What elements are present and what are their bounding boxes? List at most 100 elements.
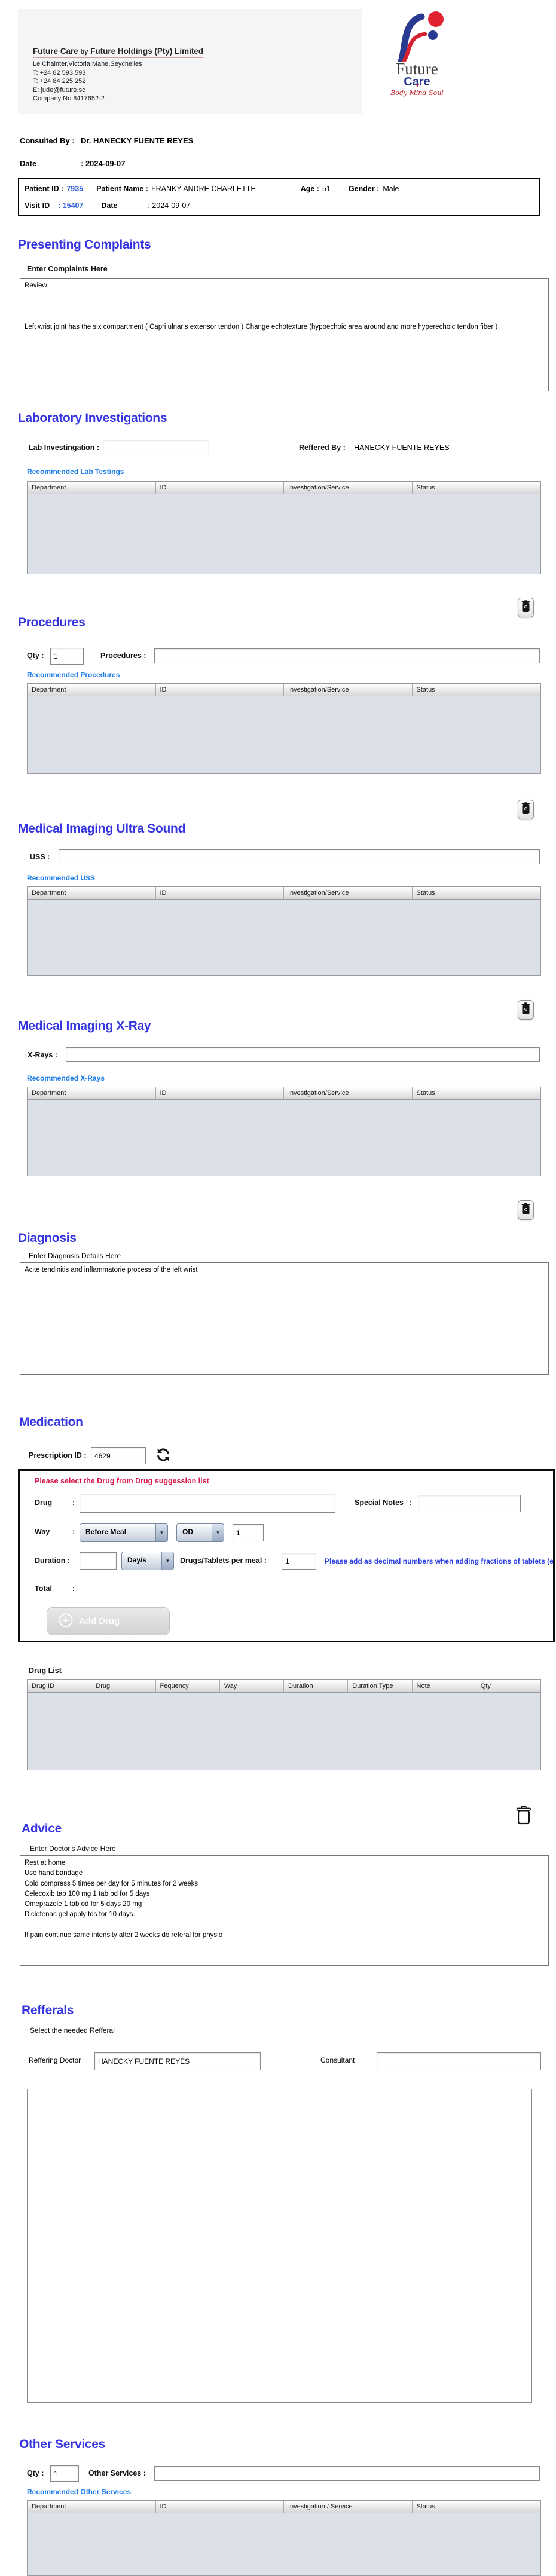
column-header: ID xyxy=(156,2501,285,2513)
refferal-list-box[interactable] xyxy=(27,2089,532,2403)
lab-clear-button[interactable] xyxy=(518,598,534,617)
logo-text: Future Care♥ Body Mind Soul xyxy=(362,62,472,98)
column-header: ID xyxy=(156,1087,285,1099)
procedures-qty-input[interactable] xyxy=(50,648,84,665)
age-label: Age : xyxy=(301,185,319,193)
drug-list-label: Drug List xyxy=(29,1666,62,1675)
refresh-icon xyxy=(154,1456,172,1466)
advice-field-wrap: Rest at home Use hand bandage Cold compr… xyxy=(20,1855,549,1966)
recommended-procedures-label[interactable]: Recommended Procedures xyxy=(27,671,120,679)
duration-input[interactable] xyxy=(80,1552,117,1570)
drug-label: Drug xyxy=(35,1498,52,1507)
duration-unit-select[interactable]: Day/s ▼ xyxy=(121,1552,174,1570)
consult-date-label: Date xyxy=(20,159,81,168)
patient-info-box: Patient ID : 7935 Patient Name : FRANKY … xyxy=(18,178,540,216)
referring-doctor-label: Reffering Doctor xyxy=(29,2056,81,2064)
xray-heading: Medical Imaging X-Ray xyxy=(18,1019,151,1033)
procedures-heading: Procedures xyxy=(18,616,85,630)
column-header: ID xyxy=(156,482,285,494)
column-header: Drug ID xyxy=(28,1680,91,1692)
other-qty-input[interactable] xyxy=(50,2465,79,2482)
column-header: Department xyxy=(28,684,156,696)
consulted-by-line: Consulted By :Dr. HANECKY FUENTE REYES xyxy=(20,136,193,145)
way-label: Way xyxy=(35,1528,50,1536)
frequency-select[interactable]: OD ▼ xyxy=(176,1523,224,1542)
complaints-textarea[interactable]: Review Left wrist joint has the six comp… xyxy=(20,278,549,391)
uss-label: USS : xyxy=(30,853,50,861)
consultant-input[interactable] xyxy=(377,2052,541,2070)
chevron-down-icon: ▼ xyxy=(212,1524,224,1541)
uss-input[interactable] xyxy=(59,849,540,864)
consultation-page: Future Care by Future Holdings (Pty) Lim… xyxy=(0,0,556,2576)
trash-icon xyxy=(521,802,530,818)
prescription-id-input[interactable] xyxy=(91,1447,146,1464)
special-notes-label: Special Notes xyxy=(355,1498,404,1507)
advice-clear-button[interactable] xyxy=(515,1805,533,1827)
company-info: Future Care by Future Holdings (Pty) Lim… xyxy=(33,46,203,103)
visit-date-value: : 2024-09-07 xyxy=(148,201,190,210)
diagnosis-textarea[interactable]: Acite tendinitis and inflammatorie proce… xyxy=(20,1262,549,1375)
procedures-qty-label: Qty : xyxy=(27,651,44,660)
recommended-lab-label[interactable]: Recommended Lab Testings xyxy=(27,467,124,476)
lab-investigation-label: Lab Investingation : xyxy=(29,443,99,452)
patient-name-label: Patient Name : xyxy=(96,185,148,193)
other-services-input[interactable] xyxy=(154,2466,540,2481)
other-qty-label: Qty : xyxy=(27,2469,44,2477)
uss-clear-button[interactable] xyxy=(518,1000,534,1020)
lab-investigation-input[interactable] xyxy=(103,440,209,455)
header: Future Care by Future Holdings (Pty) Lim… xyxy=(18,9,472,114)
patient-row-2: Visit ID : 15407 Date : 2024-09-07 xyxy=(25,201,533,210)
xray-clear-button[interactable] xyxy=(518,1200,534,1220)
total-colon: : xyxy=(72,1584,75,1593)
procedures-clear-button[interactable] xyxy=(518,800,534,819)
other-services-label: Other Services : xyxy=(88,2469,146,2477)
column-header: Investigation/Service xyxy=(284,482,413,494)
column-header: Fequency xyxy=(156,1680,220,1692)
lab-table: DepartmentIDInvestigation/ServiceStatus xyxy=(27,481,541,574)
column-header: Drug xyxy=(91,1680,155,1692)
plus-circle-icon xyxy=(58,1613,74,1630)
visit-id-value: : 15407 xyxy=(58,201,83,210)
column-header: ID xyxy=(156,684,285,696)
column-header: Status xyxy=(413,482,541,494)
per-meal-input[interactable] xyxy=(282,1553,316,1570)
column-header: Status xyxy=(413,2501,541,2513)
column-header: Status xyxy=(413,887,541,899)
column-header: Department xyxy=(28,1087,156,1099)
prescription-id-label: Prescription ID : xyxy=(29,1451,87,1460)
visit-date-label: Date xyxy=(101,201,148,210)
meal-timing-select[interactable]: Before Meal ▼ xyxy=(80,1523,168,1542)
recommended-other-label[interactable]: Recommended Other Services xyxy=(27,2488,131,2496)
refferals-heading: Refferals xyxy=(22,2003,74,2018)
advice-textarea[interactable]: Rest at home Use hand bandage Cold compr… xyxy=(20,1855,549,1966)
drug-entry-panel: Please select the Drug from Drug suggess… xyxy=(18,1469,555,1642)
column-header: Investigation/Service xyxy=(284,887,413,899)
column-header: Investigation / Service xyxy=(284,2501,413,2513)
heart-icon: ♥ xyxy=(416,79,419,91)
drug-table-header: Drug IDDrugFequencyWayDurationDuration T… xyxy=(28,1680,540,1693)
special-notes-input[interactable] xyxy=(418,1495,521,1512)
medication-heading: Medication xyxy=(19,1415,83,1430)
recommended-xray-label[interactable]: Recommended X-Rays xyxy=(27,1074,105,1082)
other-services-table: DepartmentIDInvestigation / ServiceStatu… xyxy=(27,2500,541,2576)
complaints-field-wrap: Review Left wrist joint has the six comp… xyxy=(20,278,549,391)
xray-input[interactable] xyxy=(66,1047,540,1062)
procedures-input[interactable] xyxy=(154,648,540,663)
consulted-by-label: Consulted By : xyxy=(20,136,81,145)
referring-doctor-input[interactable] xyxy=(94,2052,261,2070)
frequency-value: OD xyxy=(177,1524,195,1541)
refresh-prescription-button[interactable] xyxy=(154,1446,172,1464)
drug-input[interactable] xyxy=(80,1494,335,1513)
uss-table: DepartmentIDInvestigation/ServiceStatus xyxy=(27,886,541,976)
column-header: Investigation/Service xyxy=(284,1087,413,1099)
company-title-rest: Future Holdings (Pty) Limited xyxy=(90,47,203,56)
diagnosis-label: Enter Diagnosis Details Here xyxy=(29,1252,121,1260)
laboratory-heading: Laboratory Investigations xyxy=(18,411,167,426)
consultant-label: Consultant xyxy=(320,2056,355,2064)
way-qty-input[interactable] xyxy=(233,1524,264,1541)
recommended-uss-label[interactable]: Recommended USS xyxy=(27,874,95,882)
add-drug-button[interactable]: Add Drug xyxy=(47,1607,170,1635)
drug-list-table: Drug IDDrugFequencyWayDurationDuration T… xyxy=(27,1679,541,1770)
logo-word-future: Future xyxy=(362,62,472,76)
company-logo: Future Care♥ Body Mind Soul xyxy=(362,9,472,114)
